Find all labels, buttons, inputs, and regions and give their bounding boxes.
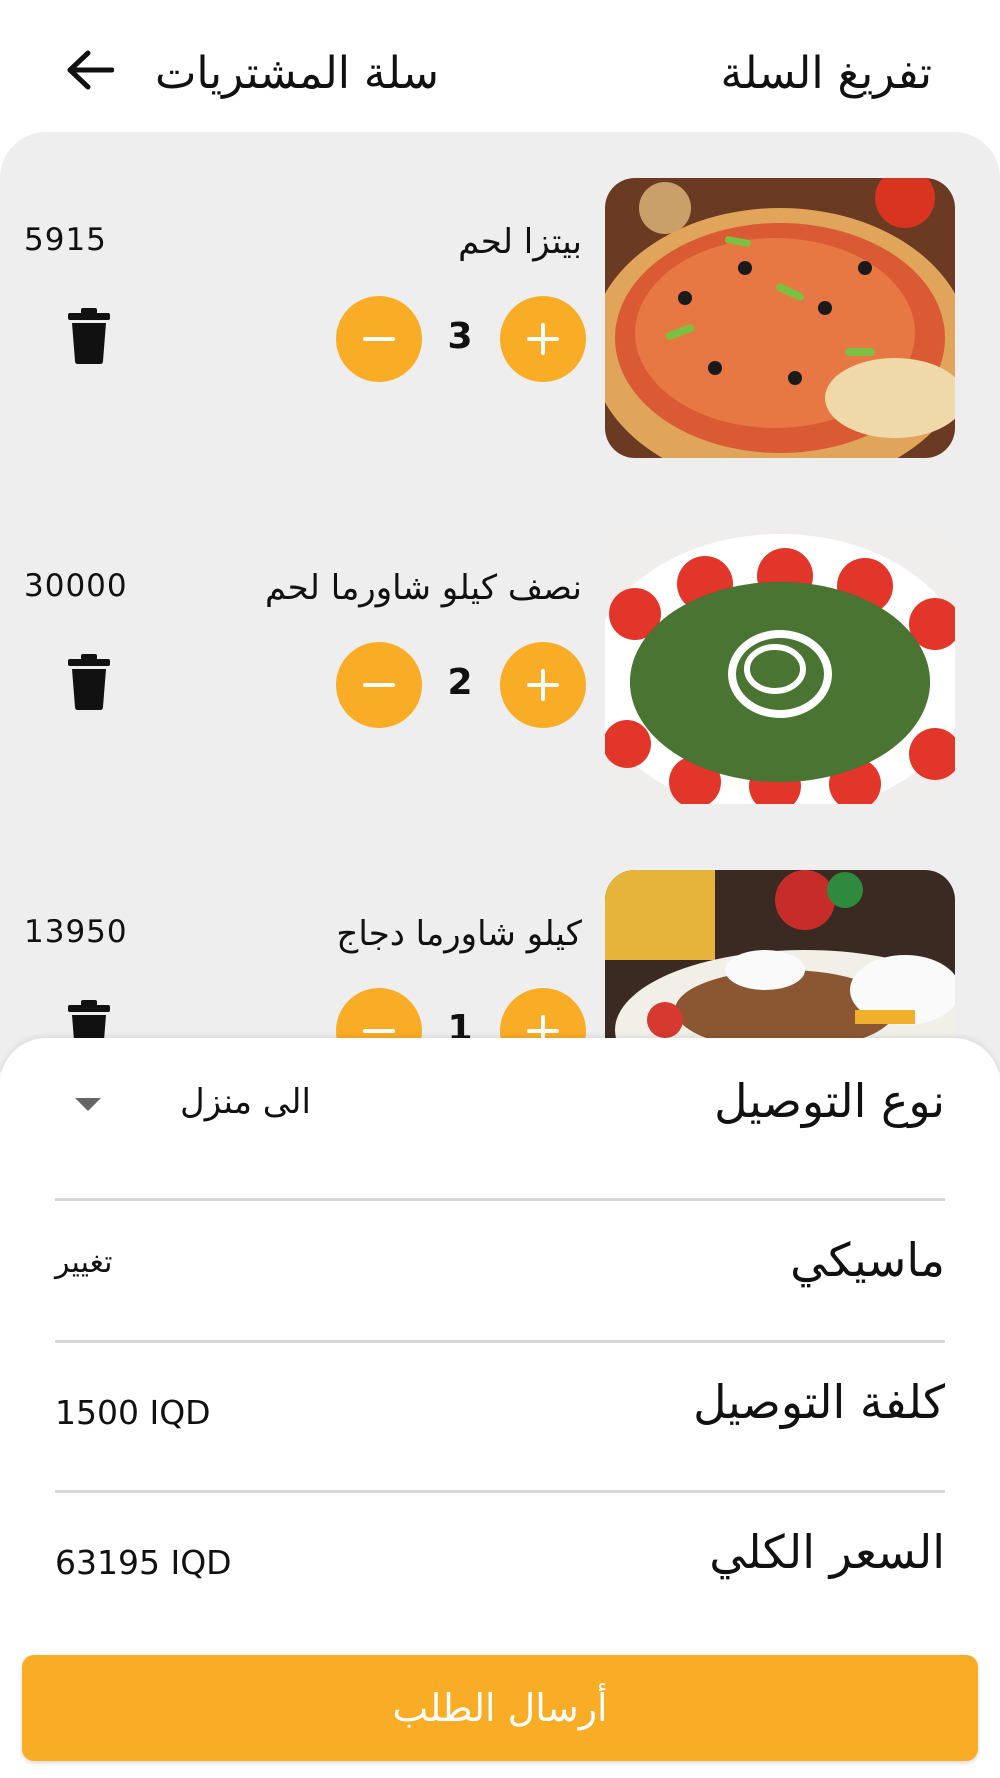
item-image-shawarma-meat: [605, 524, 955, 804]
caret-down-icon[interactable]: [75, 1098, 101, 1111]
divider: [55, 1490, 945, 1493]
app-header: سلة المشتريات تفريغ السلة: [0, 0, 1000, 140]
page-title: سلة المشتريات: [155, 48, 439, 99]
item-price: 13950: [24, 914, 128, 950]
item-name: كيلو شاورما دجاج: [336, 914, 582, 954]
delivery-cost-row: كلفة التوصيل 1500 IQD: [55, 1345, 945, 1475]
item-image-pizza: [605, 178, 955, 458]
minus-icon: [363, 683, 395, 687]
location-row: ماسيكي تغيير: [55, 1203, 945, 1333]
quantity-value: 3: [447, 316, 473, 357]
increase-quantity-button[interactable]: [500, 642, 586, 728]
increase-quantity-button[interactable]: [500, 296, 586, 382]
plus-icon: [527, 669, 559, 701]
submit-order-button[interactable]: أرسال الطلب: [22, 1655, 978, 1761]
delete-item-button[interactable]: [68, 308, 110, 364]
trash-icon: [68, 308, 110, 364]
quantity-value: 2: [447, 662, 473, 703]
delivery-cost-value: 1500 IQD: [55, 1393, 211, 1432]
decrease-quantity-button[interactable]: [336, 296, 422, 382]
cart-item: نصف كيلو شاورما لحم 30000 2: [0, 524, 1000, 804]
back-button[interactable]: [60, 40, 120, 100]
cart-items-list: بيتزا لحم 5915 3 نصف كيلو شاورما لحم 300…: [0, 132, 1000, 1072]
total-value: 63195 IQD: [55, 1543, 232, 1582]
arrow-left-icon: [67, 50, 114, 90]
total-row: السعر الكلي 63195 IQD: [55, 1495, 945, 1625]
delivery-type-row: نوع التوصيل الى منزل: [55, 1038, 945, 1168]
trash-icon: [68, 654, 110, 710]
decrease-quantity-button[interactable]: [336, 642, 422, 728]
total-label: السعر الكلي: [709, 1525, 945, 1579]
clear-cart-button[interactable]: تفريغ السلة: [721, 48, 932, 99]
delivery-type-select[interactable]: الى منزل: [180, 1082, 311, 1122]
cart-item: بيتزا لحم 5915 3: [0, 178, 1000, 458]
submit-order-label: أرسال الطلب: [392, 1686, 608, 1730]
delivery-type-label: نوع التوصيل: [714, 1074, 945, 1128]
divider: [55, 1198, 945, 1201]
delete-item-button[interactable]: [68, 654, 110, 710]
delivery-cost-label: كلفة التوصيل: [693, 1375, 945, 1429]
item-name: بيتزا لحم: [458, 222, 582, 262]
divider: [55, 1340, 945, 1343]
minus-icon: [363, 337, 395, 341]
item-price: 30000: [24, 568, 128, 604]
change-location-button[interactable]: تغيير: [55, 1245, 112, 1280]
location-label: ماسيكي: [790, 1233, 945, 1287]
item-name: نصف كيلو شاورما لحم: [264, 568, 582, 608]
item-price: 5915: [24, 222, 107, 258]
plus-icon: [527, 323, 559, 355]
